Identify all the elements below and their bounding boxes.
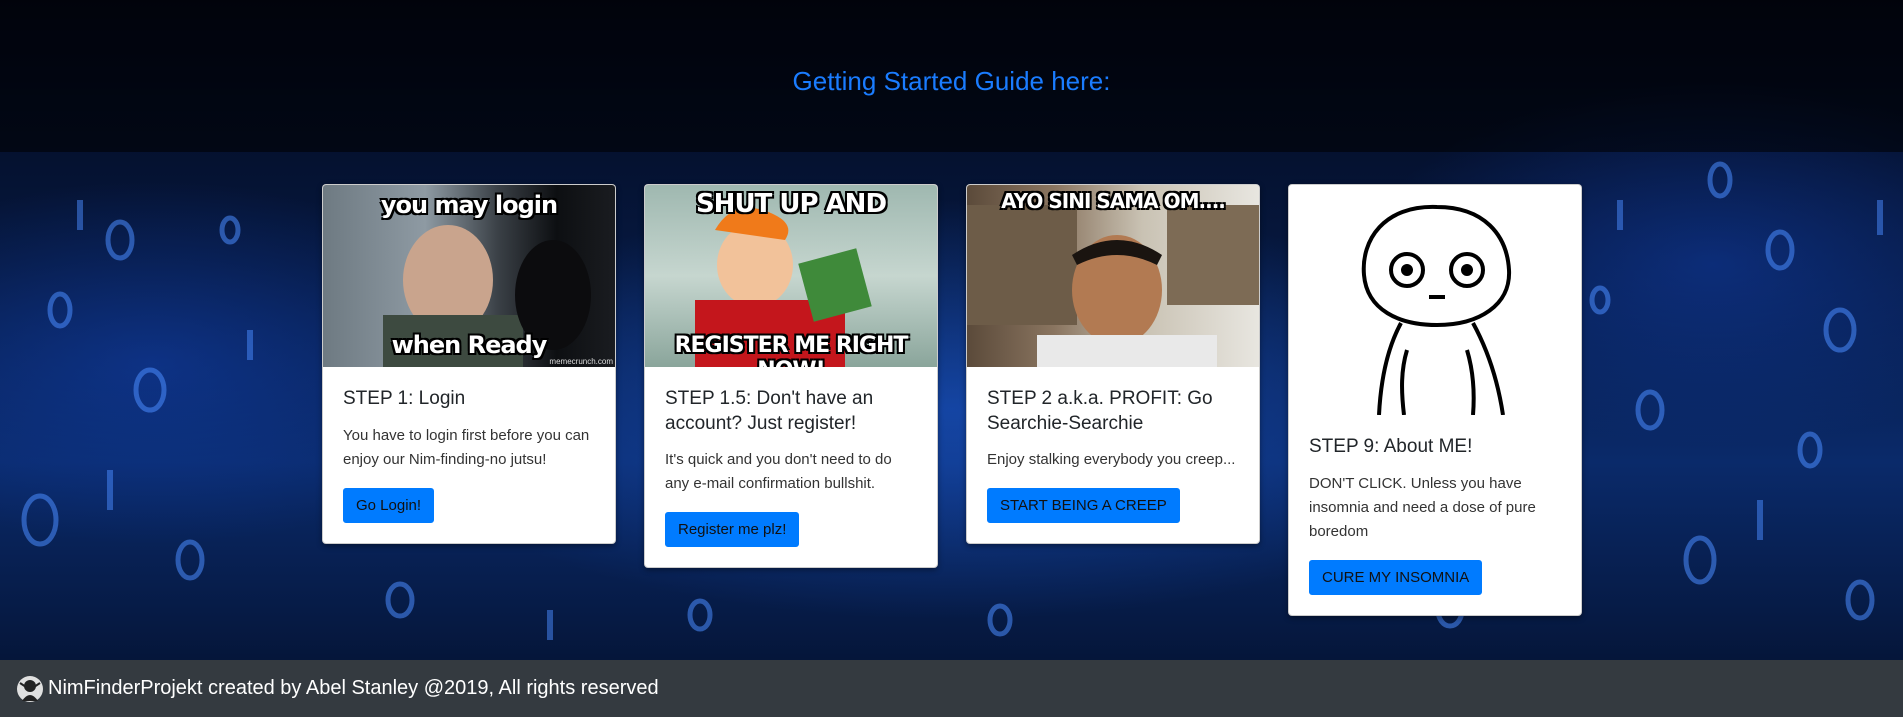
card-title: STEP 9: About ME! [1309,436,1473,457]
card-title: STEP 1.5: Don't have an account? Just re… [665,388,874,434]
card-text: Enjoy stalking everybody you creep... [987,451,1236,469]
card-text: You have to login first before you can e… [343,426,590,468]
cure-insomnia-button[interactable]: CURE MY INSOMNIA [1309,559,1483,595]
search-meme-image: AYO SINI SAMA OM.... [967,185,1259,367]
login-meme-image: you may login when Ready memecrunch.com [323,185,615,367]
meme-caption-bottom: when Ready [391,331,548,359]
card-register: SHUT UP AND REGISTER ME RIGHT NOW! STEP … [644,184,938,569]
page-title: Getting Started Guide here: [792,66,1111,96]
card-text: It's quick and you don't need to do any … [665,451,892,493]
footer: NimFinderProjekt created by Abel Stanley… [0,660,1903,717]
about-doodle-image [1289,185,1581,415]
meme-caption-bottom: REGISTER ME RIGHT NOW! [674,333,909,367]
register-meme-image: SHUT UP AND REGISTER ME RIGHT NOW! [645,185,937,367]
card-title: STEP 1: Login [343,388,466,409]
card-title: STEP 2 a.k.a. PROFIT: Go Searchie-Search… [987,388,1213,434]
start-searching-button[interactable]: START BEING A CREEP [987,488,1180,524]
ninja-logo-icon [17,675,43,702]
register-button[interactable]: Register me plz! [665,512,800,548]
card-about: STEP 9: About ME! DON'T CLICK. Unless yo… [1288,184,1582,616]
go-login-button[interactable]: Go Login! [343,487,435,523]
card-search: AYO SINI SAMA OM.... STEP 2 a.k.a. PROFI… [966,184,1260,545]
footer-copyright: NimFinderProjekt created by Abel Stanley… [48,677,659,699]
meme-caption-top: AYO SINI SAMA OM.... [1001,189,1226,213]
card-text: DON'T CLICK. Unless you have insomnia an… [1309,474,1536,540]
card-login: you may login when Ready memecrunch.com … [322,184,616,544]
meme-caption-top: SHUT UP AND [695,189,887,219]
meme-watermark: memecrunch.com [549,357,613,366]
meme-caption-top: you may login [380,191,558,219]
